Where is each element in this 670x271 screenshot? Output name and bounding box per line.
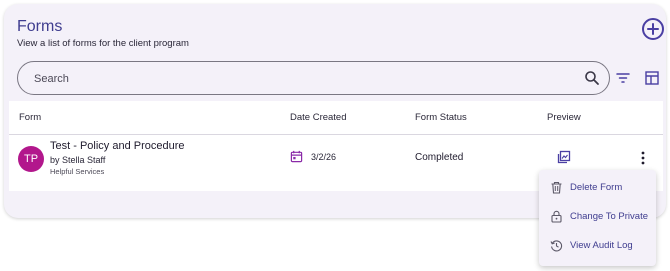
more-vertical-icon[interactable] [637,151,649,165]
form-organization: Helpful Services [50,167,105,176]
preview-icon[interactable] [557,150,571,164]
table-layout-icon[interactable] [644,70,660,86]
history-icon [550,240,563,252]
menu-item-delete-form[interactable]: Delete Form [539,174,656,202]
add-form-button[interactable] [642,18,664,40]
menu-item-label: Delete Form [570,182,623,193]
page-subtitle: View a list of forms for the client prog… [17,38,189,49]
form-title[interactable]: Test - Policy and Procedure [50,140,185,152]
filter-icon[interactable] [615,70,631,86]
search-bar[interactable] [17,61,610,95]
menu-item-change-to-private[interactable]: Change To Private [539,203,656,231]
trash-icon [551,181,562,194]
column-header-form-status[interactable]: Form Status [415,112,467,123]
form-status: Completed [415,152,464,163]
lock-icon [551,210,562,223]
date-created: 3/2/26 [311,152,337,162]
menu-item-view-audit-log[interactable]: View Audit Log [539,232,656,260]
form-author: by Stella Staff [50,155,106,165]
column-header-preview[interactable]: Preview [547,112,581,123]
column-header-date-created[interactable]: Date Created [290,112,347,123]
menu-item-label: View Audit Log [570,240,633,251]
page-title: Forms [17,18,63,35]
header-divider [9,134,663,135]
calendar-icon [290,150,303,163]
row-actions-menu: Delete Form Change To Private View Audit… [539,170,656,266]
search-input[interactable] [34,70,574,88]
column-header-form[interactable]: Form [19,112,41,123]
search-icon[interactable] [584,70,600,86]
menu-item-label: Change To Private [570,211,648,222]
plus-icon [647,23,659,35]
avatar: TP [18,146,44,172]
